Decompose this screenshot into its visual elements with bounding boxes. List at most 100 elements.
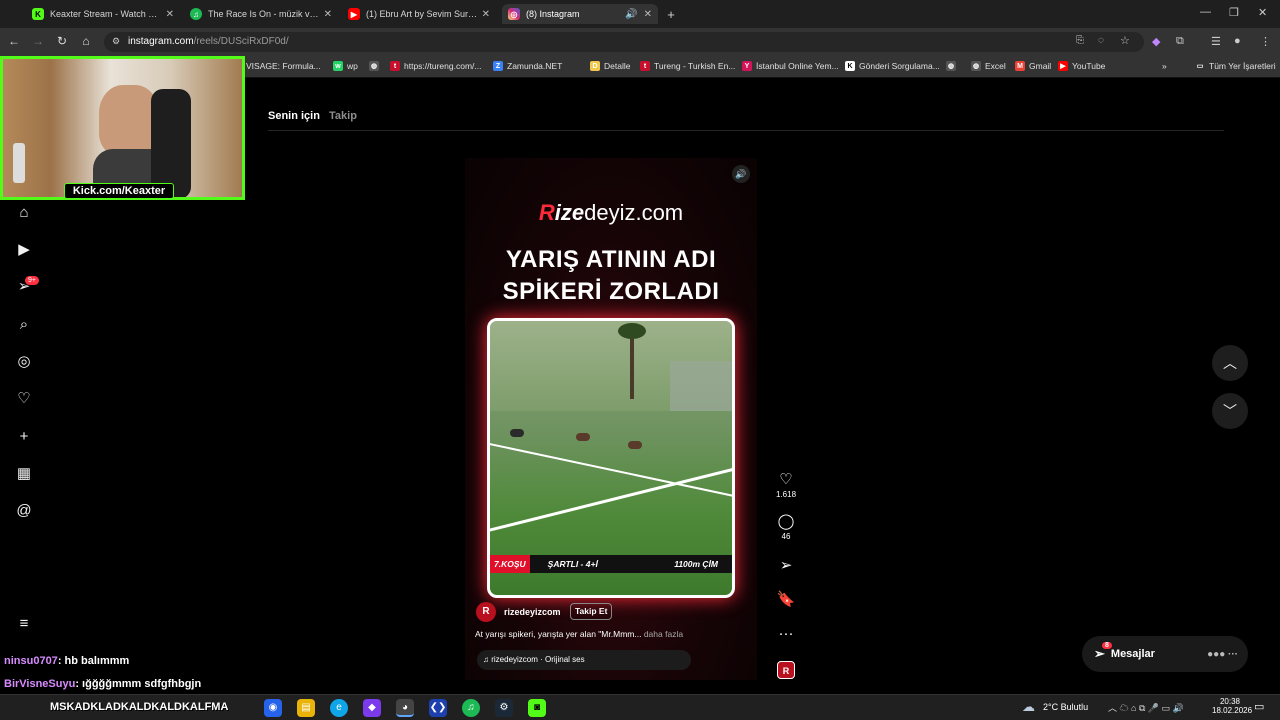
obs-icon[interactable]: ◙ [528, 699, 546, 717]
like-action[interactable]: ♡ 1.618 [776, 472, 796, 500]
more-link[interactable]: daha fazla [644, 629, 683, 639]
bookmark-item[interactable]: t https://tureng.com/... [390, 61, 481, 71]
bookmark-item[interactable]: ▶ YouTube [1058, 61, 1105, 71]
reload-icon[interactable]: ↻ [54, 34, 70, 48]
minimize-icon[interactable]: — [1200, 6, 1211, 18]
bookmark-item[interactable]: ◍ Excel [971, 61, 1006, 71]
comment-icon[interactable]: ◯ [776, 514, 796, 530]
reels-icon[interactable]: ▶ [14, 240, 34, 260]
next-reel-button[interactable]: ﹀ [1212, 393, 1248, 429]
address-bar[interactable]: ⚙ instagram.com/reels/DUSciRxDF0d/ ⎘ ◌ ☆ [104, 32, 1144, 52]
tab-kick[interactable]: K Keaxter Stream - Watch Live on ✕ [26, 4, 180, 24]
weather-text[interactable]: 2°C Bulutlu [1043, 702, 1088, 712]
tab-spotify[interactable]: ♫ The Race Is On - müzik ve şarkı ✕ [184, 4, 338, 24]
app-icon[interactable]: ◆ [363, 699, 381, 717]
author-name[interactable]: rizedeyizcom [504, 607, 561, 617]
bookmark-item[interactable]: ▭ Tüm Yer İşaretleri [1195, 61, 1276, 71]
bookmark-item[interactable]: D Detalle [590, 61, 630, 71]
profile-avatar[interactable]: ● [1234, 35, 1241, 47]
bookmark-item[interactable]: M Gmail [1015, 61, 1051, 71]
previous-reel-button[interactable]: ︿ [1212, 345, 1248, 381]
explore-icon[interactable]: ◎ [14, 352, 34, 372]
chat-text: : ığğğğmmm sdfgfhbgjn [75, 678, 202, 690]
heart-icon[interactable]: ♡ [14, 389, 34, 409]
heart-icon[interactable]: ♡ [776, 472, 796, 488]
home-icon[interactable]: ⌂ [14, 203, 34, 223]
close-icon[interactable]: ✕ [166, 9, 174, 20]
tab-youtube[interactable]: ▶ (1) Ebru Art by Sevim Surucu - Y ✕ [342, 4, 496, 24]
webcam-overlay [0, 56, 245, 200]
create-icon[interactable]: + [14, 427, 34, 447]
tab-for-you[interactable]: Senin için [268, 110, 320, 122]
streamer-face [99, 85, 159, 155]
audio-link[interactable]: ♫ rizedeyizcom · Orijinal ses [477, 650, 691, 670]
bookmark-item[interactable]: VISAGE: Formula... [246, 61, 321, 71]
speaker-icon[interactable]: 🔊 [625, 9, 637, 20]
follow-button[interactable]: Takip Et [570, 603, 613, 620]
forward-icon[interactable]: → [30, 34, 46, 48]
messages-button[interactable]: ➢ 8 Mesajlar ●●● ··· [1082, 636, 1248, 672]
tab-search-icon[interactable]: ☰ [1211, 35, 1221, 48]
restore-icon[interactable]: ❐ [1229, 6, 1239, 19]
close-icon[interactable]: ✕ [644, 9, 652, 20]
browser-toolbar: ← → ↻ ⌂ ⚙ instagram.com/reels/DUSciRxDF0… [0, 28, 1280, 56]
bookmark-label: Tureng - Turkish En... [654, 61, 736, 71]
copilot-icon[interactable]: ◉ [264, 699, 282, 717]
more-action[interactable]: ··· [776, 626, 796, 642]
file-explorer-icon[interactable]: ▤ [297, 699, 315, 717]
comment-action[interactable]: ◯ 46 [776, 514, 796, 542]
menu-icon[interactable]: ⋮ [1260, 35, 1271, 48]
extension-icon[interactable]: ◆ [1152, 35, 1160, 48]
bookmark-item[interactable]: ◍ [369, 61, 383, 71]
star-icon[interactable]: ☆ [1120, 34, 1130, 47]
eye-off-icon[interactable]: ◌ [1098, 35, 1104, 46]
close-icon[interactable]: ✕ [482, 9, 490, 20]
bookmark-label: wp [347, 61, 358, 71]
url-host: instagram.com [128, 36, 194, 47]
bookmark-item[interactable]: Z Zamunda.NET [493, 61, 562, 71]
dashboard-icon[interactable]: ▦ [14, 464, 34, 484]
bookmark-item[interactable]: » [1162, 61, 1167, 71]
more-menu-icon[interactable]: ≡ [14, 614, 34, 634]
share-action[interactable]: ➢ [776, 558, 796, 574]
vscode-icon[interactable]: ❮❯ [429, 699, 447, 717]
bookmark-icon: t [640, 61, 650, 71]
back-icon[interactable]: ← [6, 34, 22, 48]
tab-instagram[interactable]: ◎ (8) Instagram 🔊 ✕ [502, 4, 658, 24]
author-avatar[interactable]: R [476, 602, 496, 622]
edge-icon[interactable]: e [330, 699, 348, 717]
chrome-icon[interactable]: ◕ [396, 699, 414, 717]
bookmark-item[interactable]: w wp [333, 61, 358, 71]
install-icon[interactable]: ⎘ [1076, 35, 1084, 46]
bookmark-item[interactable]: K Gönderi Sorgulama... [845, 61, 940, 71]
close-icon[interactable]: ✕ [324, 9, 332, 20]
clock[interactable]: 20:38 18.02.2026 [1212, 697, 1252, 715]
site-info-icon[interactable]: ⚙ [112, 36, 120, 47]
bookmark-label: Tüm Yer İşaretleri [1209, 61, 1276, 71]
save-action[interactable]: 🔖 [776, 592, 796, 608]
threads-icon[interactable]: @ [14, 501, 34, 521]
bookmark-item[interactable]: t Tureng - Turkish En... [640, 61, 735, 71]
volume-icon[interactable]: 🔊 [732, 165, 750, 183]
more-icon[interactable]: ··· [776, 626, 796, 642]
url-text[interactable]: instagram.com/reels/DUSciRxDF0d/ [128, 36, 289, 47]
audio-avatar[interactable]: R [777, 661, 795, 679]
system-tray-icons[interactable]: ︿ ☁ ⌂ ⧉ 🎤 ▭ 🔊 [1108, 701, 1184, 714]
bookmark-item[interactable]: ◍ [946, 61, 960, 71]
share-icon[interactable]: ➢ [776, 558, 796, 574]
notifications-icon[interactable]: ▭ [1254, 700, 1264, 713]
bookmark-item[interactable]: Y İstanbul Online Yem... [742, 61, 839, 71]
bookmark-icon: K [845, 61, 855, 71]
puzzle-icon[interactable]: ⧉ [1176, 35, 1184, 48]
bookmark-icon[interactable]: 🔖 [776, 592, 796, 608]
kick-icon: K [32, 8, 44, 20]
tab-following[interactable]: Takip [329, 110, 357, 122]
search-icon[interactable]: ⌕ [14, 315, 34, 335]
home-icon[interactable]: ⌂ [78, 34, 94, 48]
steam-icon[interactable]: ⚙ [495, 699, 513, 717]
close-window-icon[interactable]: ✕ [1258, 6, 1267, 19]
bookmark-label: https://tureng.com/... [404, 61, 482, 71]
new-tab-button[interactable]: + [662, 4, 680, 24]
spotify-icon[interactable]: ♫ [462, 699, 480, 717]
bookmark-label: İstanbul Online Yem... [756, 61, 839, 71]
